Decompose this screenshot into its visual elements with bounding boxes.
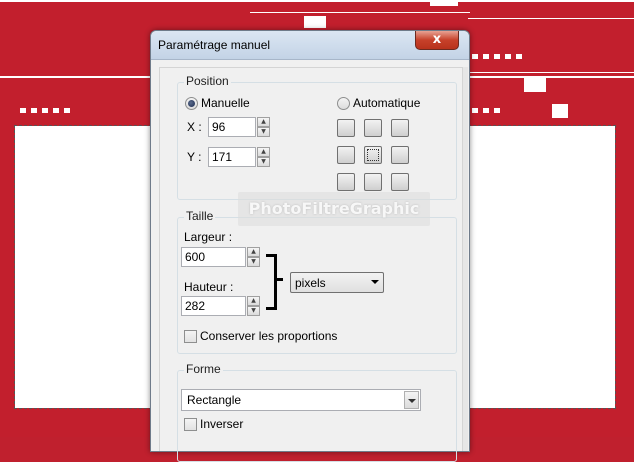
close-button[interactable]: x [415, 31, 459, 50]
manual-radio-label[interactable]: Manuelle [201, 96, 250, 110]
height-stepper-up-icon[interactable]: ▲ [247, 296, 260, 306]
anchor-top-center[interactable] [364, 119, 382, 137]
automatic-radio-label[interactable]: Automatique [353, 96, 420, 110]
y-stepper[interactable]: ▲ ▼ [257, 147, 270, 167]
invert-checkbox[interactable] [184, 418, 197, 431]
height-label: Hauteur : [184, 280, 234, 294]
anchor-top-left[interactable] [337, 119, 355, 137]
dialog-title: Paramétrage manuel [158, 38, 271, 52]
invert-label[interactable]: Inverser [200, 417, 243, 431]
close-icon: x [432, 32, 442, 47]
shape-select[interactable]: Rectangle [181, 389, 421, 411]
keep-ratio-label[interactable]: Conserver les proportions [200, 329, 337, 343]
decor-dots [20, 98, 75, 113]
x-input[interactable] [208, 117, 256, 137]
size-group-label: Taille [184, 209, 216, 223]
decor-square [430, 0, 458, 6]
height-stepper[interactable]: ▲ ▼ [247, 296, 260, 316]
decor-stripe [0, 76, 150, 78]
width-stepper-down-icon[interactable]: ▼ [247, 257, 260, 267]
y-label: Y : [187, 150, 202, 164]
dialog-titlebar[interactable]: Paramétrage manuel x [151, 31, 469, 60]
shape-select-value: Rectangle [187, 393, 242, 407]
decor-stripe [0, 0, 634, 2]
dropdown-arrow-icon[interactable] [404, 391, 419, 409]
width-stepper-up-icon[interactable]: ▲ [247, 247, 260, 257]
anchor-middle-right[interactable] [391, 146, 409, 164]
y-stepper-up-icon[interactable]: ▲ [257, 147, 270, 157]
y-input[interactable] [208, 147, 256, 167]
dialog-body: Position Manuelle Automatique X : ▲ ▼ Y … [159, 67, 463, 462]
keep-ratio-checkbox[interactable] [184, 330, 197, 343]
unit-select[interactable]: pixels [290, 272, 384, 293]
shape-group-label: Forme [184, 362, 223, 376]
x-label: X : [187, 120, 202, 134]
x-stepper-down-icon[interactable]: ▼ [257, 127, 270, 137]
manual-settings-dialog: Paramétrage manuel x Position Manuelle A… [150, 30, 470, 462]
anchor-bottom-left[interactable] [337, 173, 355, 191]
link-bracket-icon [266, 254, 283, 310]
chevron-down-icon [371, 280, 379, 284]
anchor-middle-left[interactable] [337, 146, 355, 164]
unit-select-value: pixels [295, 276, 326, 290]
decor-stripe [468, 18, 634, 19]
scrollbar[interactable] [463, 67, 468, 451]
height-stepper-down-icon[interactable]: ▼ [247, 306, 260, 316]
x-stepper-up-icon[interactable]: ▲ [257, 117, 270, 127]
decor-square [304, 16, 326, 28]
decor-stripe [250, 12, 470, 13]
anchor-bottom-right[interactable] [391, 173, 409, 191]
anchor-center[interactable] [364, 146, 382, 164]
decor-stripe [468, 72, 634, 73]
size-group: Taille Largeur : ▲ ▼ Hauteur : ▲ ▼ pixel… [177, 209, 457, 354]
width-label: Largeur : [184, 230, 233, 244]
decor-square [524, 76, 546, 92]
manual-radio[interactable] [185, 97, 198, 110]
shape-group: Forme Rectangle Inverser [177, 362, 457, 462]
position-group: Position Manuelle Automatique X : ▲ ▼ Y … [177, 74, 457, 200]
decor-stripe [468, 76, 634, 78]
anchor-bottom-center[interactable] [364, 173, 382, 191]
anchor-top-right[interactable] [391, 119, 409, 137]
width-stepper[interactable]: ▲ ▼ [247, 247, 260, 267]
decor-square [552, 104, 568, 118]
watermark: PhotoFiltreGraphic [238, 192, 430, 226]
decor-dots [472, 98, 505, 113]
automatic-radio[interactable] [337, 97, 350, 110]
y-stepper-down-icon[interactable]: ▼ [257, 157, 270, 167]
width-input[interactable] [181, 247, 246, 267]
decor-dots [472, 44, 527, 59]
x-stepper[interactable]: ▲ ▼ [257, 117, 270, 137]
position-group-label: Position [184, 74, 231, 88]
height-input[interactable] [181, 296, 246, 316]
